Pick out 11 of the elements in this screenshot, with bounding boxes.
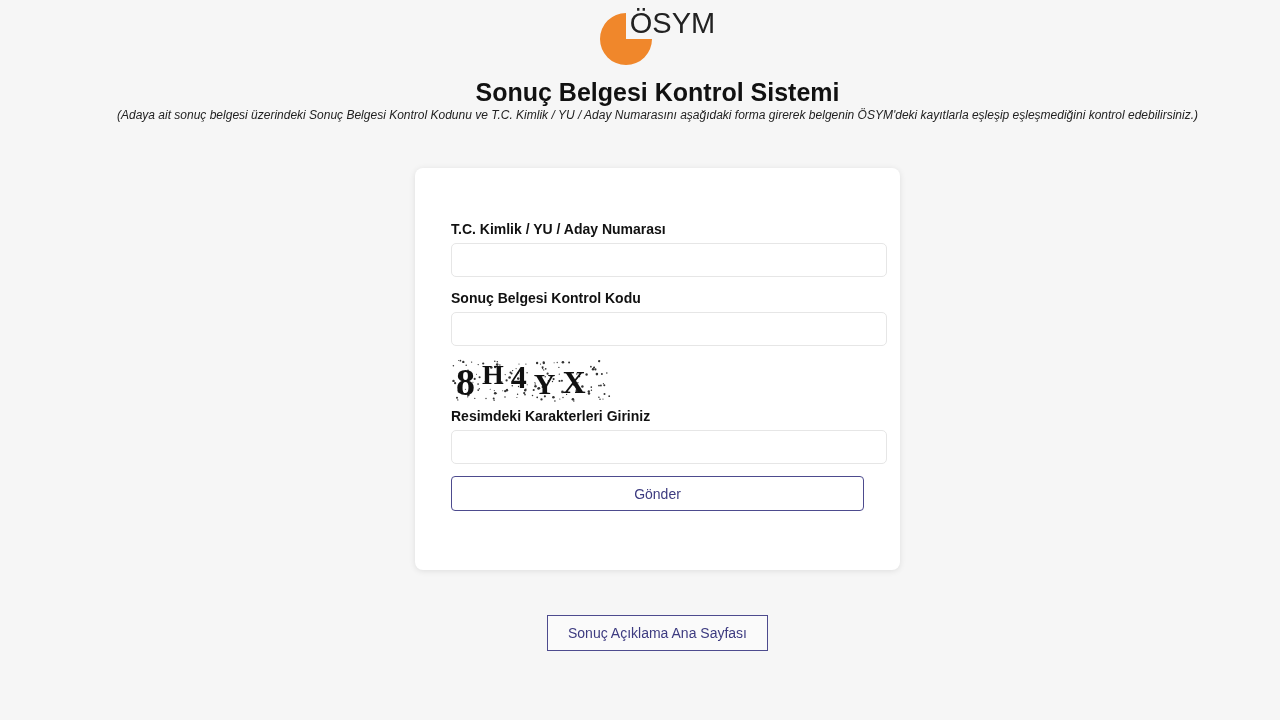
input-field[interactable]: [451, 312, 887, 346]
field-label: T.C. Kimlik / YU / Aday Numarası: [451, 220, 667, 238]
submit-button[interactable]: Gönder: [451, 476, 864, 511]
home-page-button[interactable]: Sonuç Açıklama Ana Sayfası: [547, 615, 768, 651]
input-field[interactable]: [451, 430, 887, 464]
field-label: Sonuç Belgesi Kontrol Kodu: [451, 289, 642, 307]
field-label: Resimdeki Karakterleri Giriniz: [451, 407, 652, 425]
input-field[interactable]: [451, 243, 887, 277]
logo-text: ÖSYM: [629, 9, 716, 38]
page-description: (Adaya ait sonuç belgesi üzerindeki Sonuç Belgesi Kontrol Kodunu ve T.C. Kimlik / YU / Aday Numarasını aşağıdaki forma girerek belgenin ÖSYM'deki kayıtlarla eşleşip eşleşmediğini kontrol edebilirsiniz.): [116, 107, 1198, 123]
page-title: Sonuç Belgesi Kontrol Sistemi: [475, 77, 840, 107]
